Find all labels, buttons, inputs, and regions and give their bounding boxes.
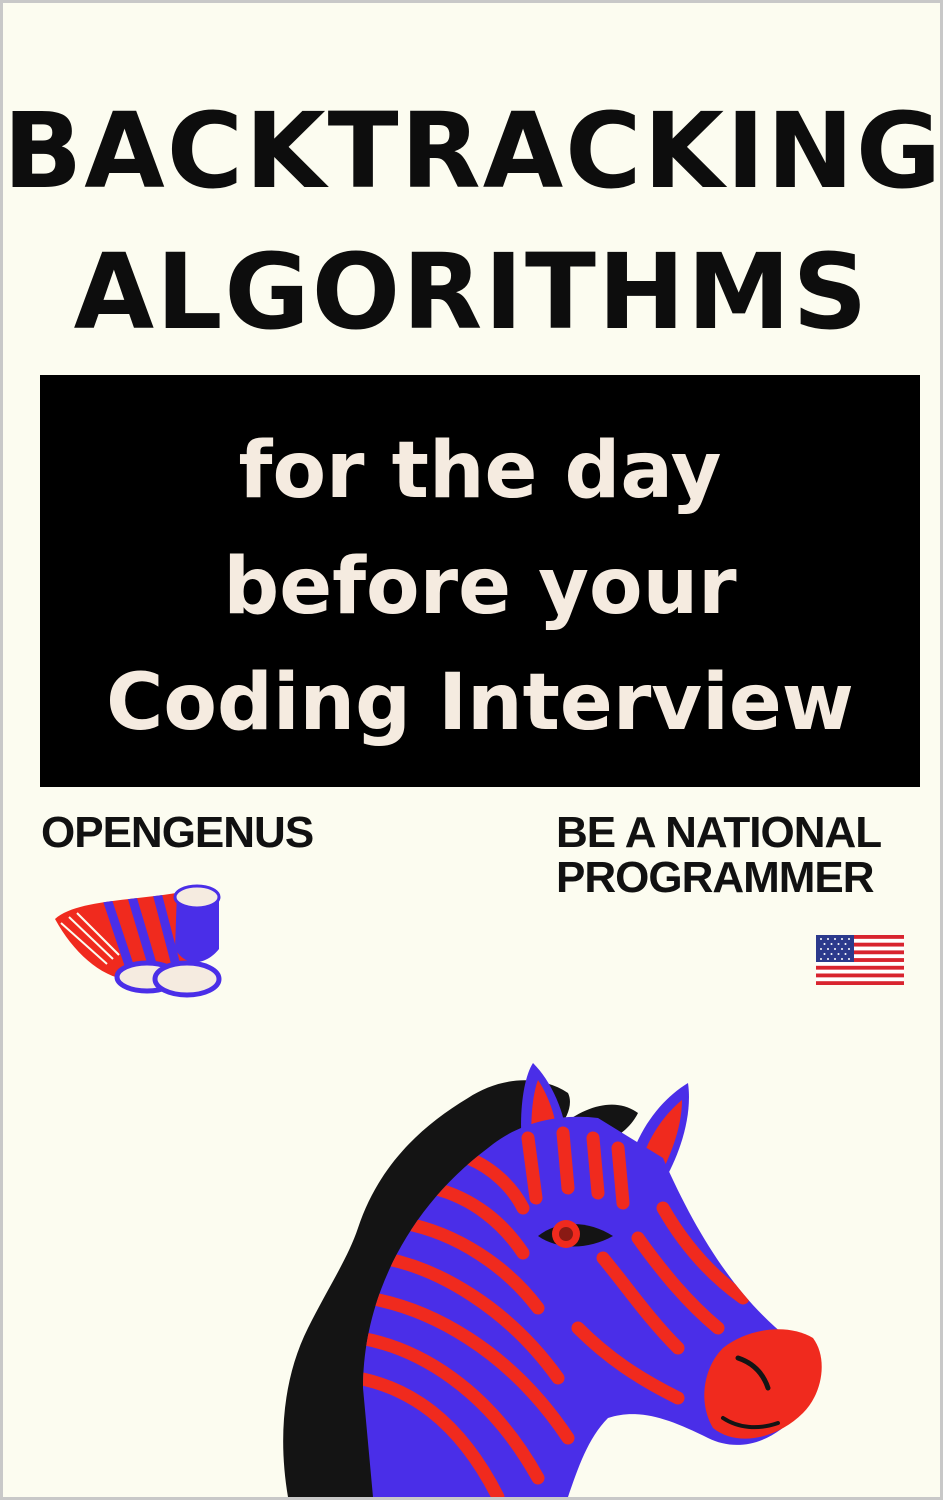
series-label: BE A NATIONAL PROGRAMMER <box>556 808 882 902</box>
series-line-1: BE A NATIONAL <box>556 808 882 857</box>
series-line-2: PROGRAMMER <box>556 852 875 902</box>
subtitle-line-2: before your <box>223 542 737 632</box>
subtitle-line-1: for the day <box>238 426 722 516</box>
book-title-line-2: ALGORITHMS <box>73 231 870 353</box>
publisher-name: OPENGENUS <box>41 808 314 857</box>
book-title-line-1: BACKTRACKING <box>3 90 940 212</box>
zebra-head-icon <box>283 1063 822 1497</box>
opengenus-logo-icon <box>55 884 222 998</box>
book-cover: BACKTRACKING ALGORITHMS for the day befo… <box>3 3 940 1497</box>
subtitle-box: for the day before your Coding Interview <box>40 375 920 787</box>
subtitle-line-3: Coding Interview <box>106 658 854 748</box>
us-flag-icon <box>816 935 904 985</box>
